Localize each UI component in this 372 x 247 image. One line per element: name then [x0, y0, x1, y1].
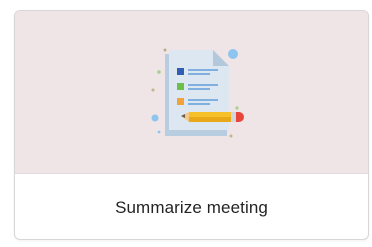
card-title: Summarize meeting	[115, 197, 268, 217]
card-footer: Summarize meeting	[15, 174, 368, 239]
document-pencil-icon	[151, 48, 244, 138]
summarize-meeting-card[interactable]: Summarize meeting	[14, 10, 369, 240]
card-illustration-area	[15, 11, 368, 174]
